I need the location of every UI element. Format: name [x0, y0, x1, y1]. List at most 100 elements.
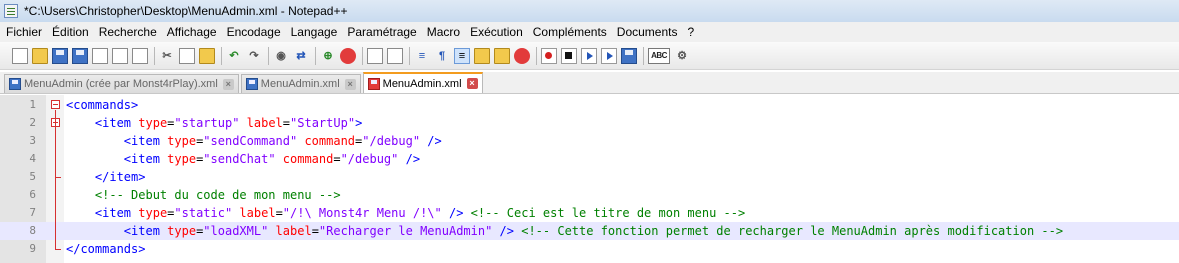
menu-item-0[interactable]: Fichier: [2, 25, 46, 39]
play-macro-icon[interactable]: [581, 47, 597, 64]
code-line[interactable]: 9 </commands>: [0, 240, 1179, 258]
code-token: "StartUp": [290, 116, 356, 130]
code-text: <item type="loadXML" label="Recharger le…: [66, 222, 1063, 240]
code-text: </item>: [66, 168, 146, 186]
redo-icon[interactable]: ↷: [246, 48, 262, 64]
run-macro-multiple-icon[interactable]: [601, 47, 617, 64]
save-macro-icon[interactable]: [621, 47, 637, 64]
code-token: />: [420, 134, 442, 148]
menu-item-3[interactable]: Affichage: [163, 25, 221, 39]
fold-guide-line: [55, 110, 56, 249]
document-tab[interactable]: MenuAdmin.xml ×: [362, 72, 483, 93]
close-tab-icon[interactable]: ×: [466, 78, 478, 89]
title-bar: *C:\Users\Christopher\Desktop\MenuAdmin.…: [0, 0, 1179, 22]
show-all-chars-icon[interactable]: ¶: [434, 48, 450, 64]
unsaved-file-icon: [367, 77, 380, 90]
toolbar-separator: [315, 46, 316, 65]
code-line[interactable]: 3 <item type="sendCommand" command="/deb…: [0, 132, 1179, 150]
menu-item-9[interactable]: Compléments: [529, 25, 611, 39]
code-token: type: [138, 116, 168, 130]
stop-macro-icon[interactable]: [561, 47, 577, 64]
code-token: type: [138, 206, 168, 220]
code-token: type: [167, 224, 197, 238]
code-line[interactable]: 6 <!-- Debut du code de mon menu -->: [0, 186, 1179, 204]
menu-item-8[interactable]: Exécution: [466, 25, 527, 39]
code-token: "loadXML": [203, 224, 269, 238]
copy-icon[interactable]: [179, 47, 195, 64]
word-wrap-icon[interactable]: ≡: [414, 48, 430, 64]
indent-guide-icon[interactable]: ≡: [454, 47, 470, 64]
tab-label: MenuAdmin.xml: [260, 78, 340, 90]
new-file-icon[interactable]: [12, 47, 28, 64]
save-all-icon[interactable]: [72, 47, 88, 64]
cut-icon[interactable]: ✂: [159, 48, 175, 64]
menu-item-7[interactable]: Macro: [423, 25, 464, 39]
doc-map-icon[interactable]: [494, 47, 510, 64]
toolbar-separator: [536, 46, 537, 65]
menu-item-6[interactable]: Paramétrage: [343, 25, 420, 39]
code-token: command: [275, 152, 334, 166]
paste-icon[interactable]: [199, 47, 215, 64]
undo-icon[interactable]: ↶: [226, 48, 242, 64]
user-lang-icon[interactable]: [474, 47, 490, 64]
menu-item-10[interactable]: Documents: [613, 25, 682, 39]
line-number: 3: [29, 134, 36, 147]
code-line[interactable]: 1 <commands>: [0, 96, 1179, 114]
open-file-icon[interactable]: [32, 47, 48, 64]
close-icon[interactable]: [92, 47, 108, 64]
code-line[interactable]: 7 <item type="static" label="/!\ Monst4r…: [0, 204, 1179, 222]
document-tab[interactable]: MenuAdmin.xml ×: [240, 74, 361, 93]
code-line[interactable]: 5 </item>: [0, 168, 1179, 186]
replace-icon[interactable]: ⇄: [293, 48, 309, 64]
window-title: *C:\Users\Christopher\Desktop\MenuAdmin.…: [24, 4, 348, 18]
code-token: <!-- Debut du code de mon menu -->: [94, 188, 341, 202]
print-icon[interactable]: [132, 47, 148, 64]
menu-item-1[interactable]: Édition: [48, 25, 93, 39]
function-list-icon[interactable]: [514, 47, 530, 64]
code-token: =: [333, 152, 341, 166]
close-tab-icon[interactable]: ×: [222, 78, 234, 90]
collapse-commands-fold-icon[interactable]: [51, 100, 60, 109]
code-token: label: [232, 206, 276, 220]
find-icon[interactable]: ◉: [273, 48, 289, 64]
code-text: <item type="sendChat" command="/debug" /…: [66, 150, 420, 168]
document-tab[interactable]: MenuAdmin (crée par Monst4rPlay).xml ×: [4, 74, 239, 93]
plugin-icon[interactable]: ⚙: [674, 48, 690, 64]
line-number: 8: [29, 224, 36, 237]
menu-bar: Fichier Édition Recherche Affichage Encodage…: [0, 22, 1179, 42]
code-token: label: [268, 224, 312, 238]
line-number: 7: [29, 206, 36, 219]
code-editor[interactable]: 1 <commands> 2 <item type="startup" label=…: [0, 95, 1179, 263]
code-token: label: [239, 116, 283, 130]
record-macro-icon[interactable]: [541, 47, 557, 64]
menu-item-4[interactable]: Encodage: [223, 25, 285, 39]
zoom-out-icon[interactable]: [340, 47, 356, 64]
line-number: 6: [29, 188, 36, 201]
menu-item-11[interactable]: ?: [684, 25, 699, 39]
code-line[interactable]: 4 <item type="sendChat" command="/debug"…: [0, 150, 1179, 168]
code-line[interactable]: 8 <item type="loadXML" label="Recharger …: [0, 222, 1179, 240]
sync-horizontal-icon[interactable]: [387, 47, 403, 64]
code-line[interactable]: 2 <item type="startup" label="StartUp">: [0, 114, 1179, 132]
code-text: <item type="static" label="/!\ Monst4r M…: [66, 204, 745, 222]
zoom-in-icon[interactable]: ⊕: [320, 48, 336, 64]
menu-item-2[interactable]: Recherche: [95, 25, 161, 39]
code-token: >: [355, 116, 363, 130]
code-token: =: [275, 206, 283, 220]
tab-label: MenuAdmin (crée par Monst4rPlay).xml: [24, 78, 218, 90]
code-token: <item: [94, 206, 139, 220]
save-icon[interactable]: [52, 47, 68, 64]
sync-vertical-icon[interactable]: [367, 47, 383, 64]
toolbar-separator: [154, 46, 155, 65]
menu-item-5[interactable]: Langage: [287, 25, 342, 39]
spell-check-icon[interactable]: ABC: [648, 47, 670, 64]
close-tab-icon[interactable]: ×: [344, 78, 356, 90]
saved-file-icon: [245, 78, 258, 90]
code-token: =: [311, 224, 319, 238]
close-all-icon[interactable]: [112, 47, 128, 64]
